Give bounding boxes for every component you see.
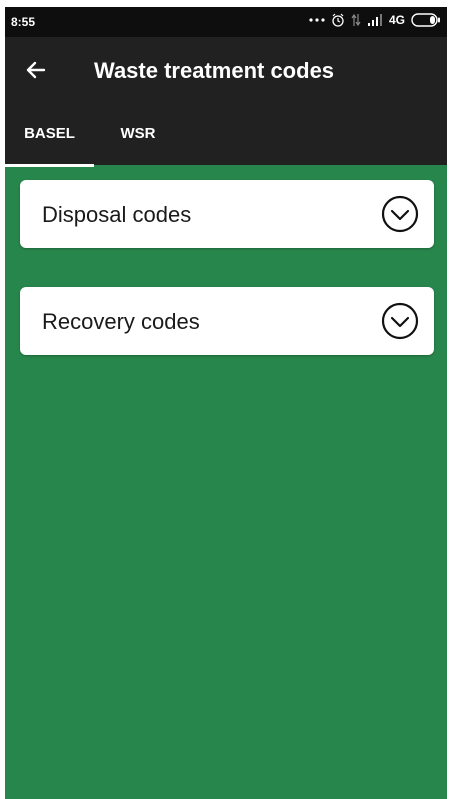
chevron-down-circle-icon[interactable] [381, 195, 419, 233]
content-area: Disposal codes Recovery codes [5, 165, 447, 799]
chevron-down-circle-icon[interactable] [381, 302, 419, 340]
arrow-left-icon [26, 61, 46, 79]
signal-icon [367, 14, 383, 26]
tab-wsr[interactable]: WSR [94, 102, 182, 165]
app-bar: Waste treatment codes [5, 37, 447, 102]
network-type: 4G [388, 13, 405, 27]
recovery-codes-section[interactable]: Recovery codes [20, 287, 434, 355]
battery-icon [411, 13, 441, 27]
status-icons: 4G [309, 13, 441, 27]
tab-bar: BASEL WSR [5, 102, 447, 165]
data-arrows-icon [351, 13, 361, 27]
disposal-codes-section[interactable]: Disposal codes [20, 180, 434, 248]
more-dots-icon [309, 17, 325, 23]
back-button[interactable] [21, 55, 51, 85]
status-bar: 8:55 4G [5, 7, 447, 37]
app-screen: 8:55 4G Waste treatment codes BASEL WSR … [5, 7, 447, 799]
page-title: Waste treatment codes [94, 58, 335, 83]
alarm-icon [331, 13, 345, 27]
status-time: 8:55 [11, 15, 36, 29]
section-label: Recovery codes [42, 309, 200, 334]
section-label: Disposal codes [42, 202, 192, 227]
tab-basel[interactable]: BASEL [5, 102, 94, 165]
